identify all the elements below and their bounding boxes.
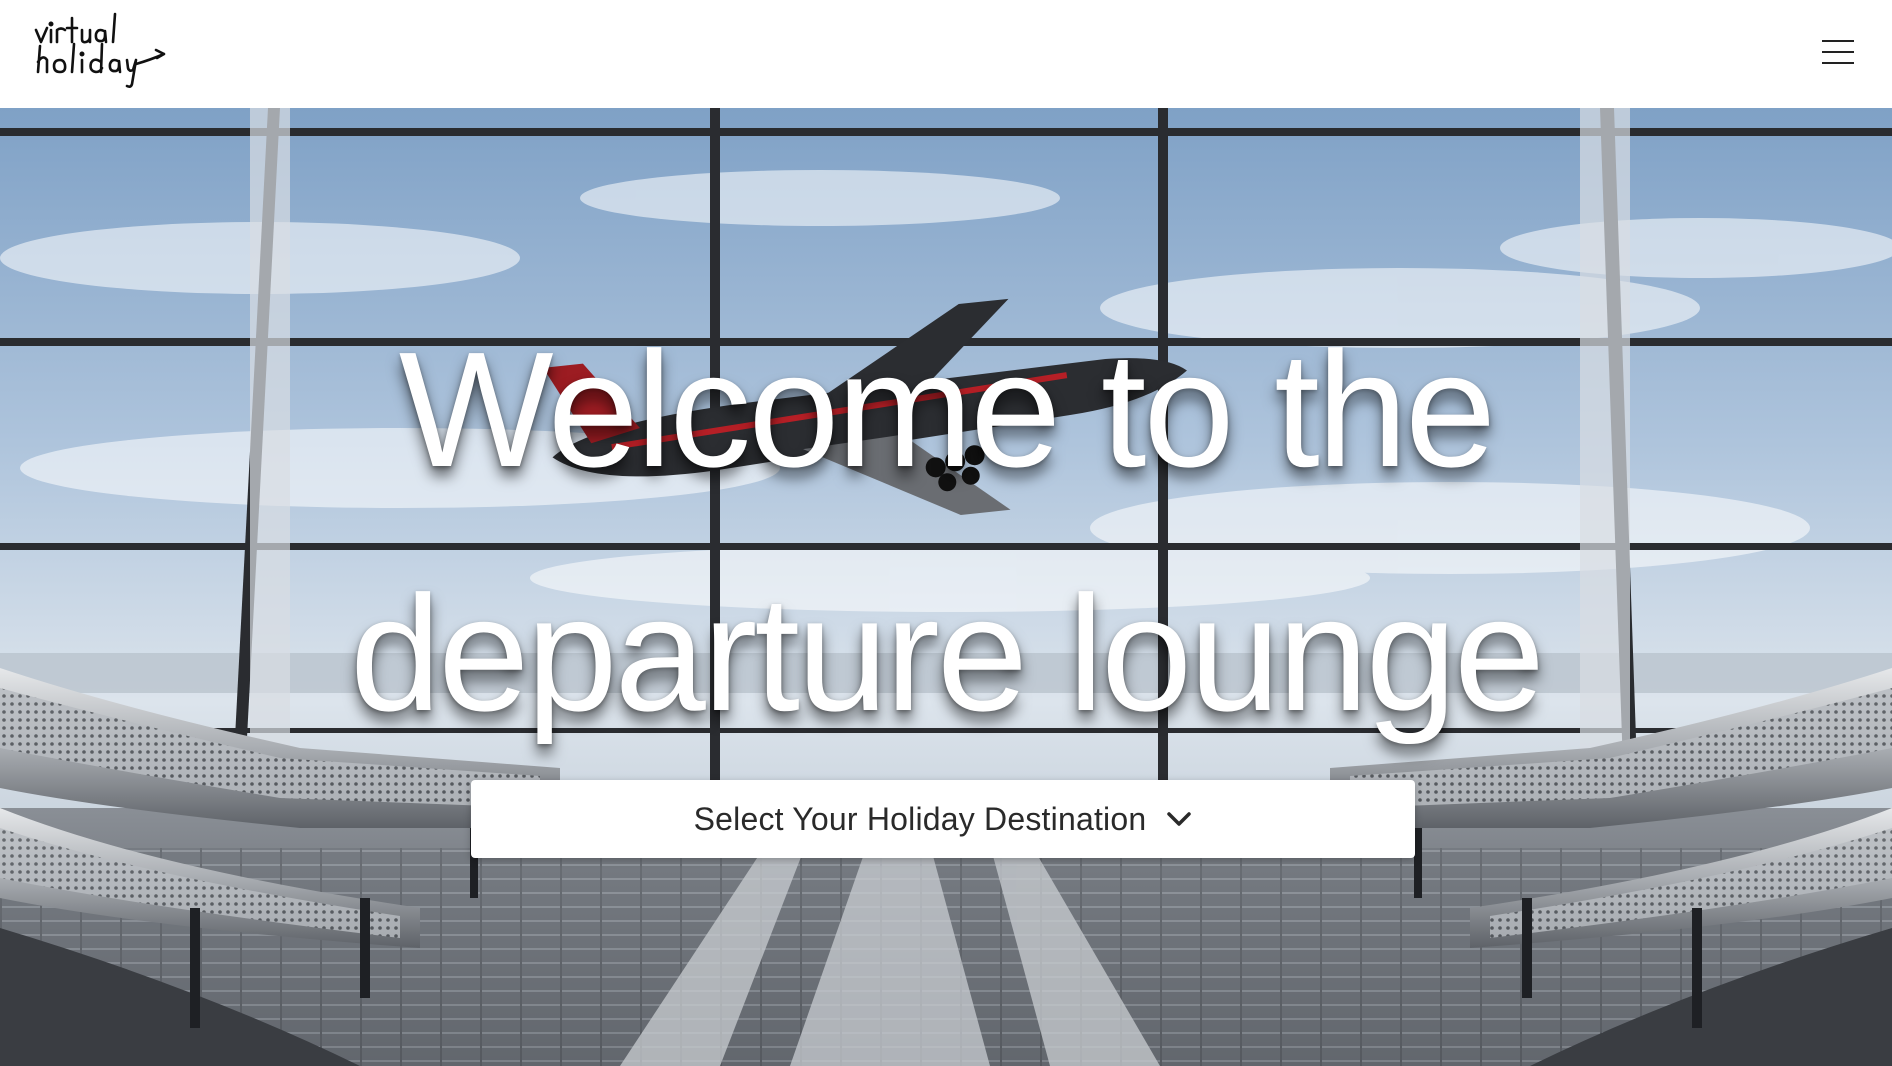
virtual-holiday-logo[interactable]: [30, 8, 170, 94]
hero-headline: Welcome to the departure lounge: [349, 318, 1545, 745]
site-header: [0, 0, 1892, 108]
destination-select-label: Select Your Holiday Destination: [693, 800, 1147, 837]
chevron-down-icon: [1166, 810, 1192, 828]
hamburger-menu-icon[interactable]: [1810, 34, 1866, 70]
menu-line: [1822, 51, 1854, 53]
menu-line: [1822, 62, 1854, 64]
holiday-destination-select[interactable]: Select Your Holiday Destination: [471, 780, 1415, 858]
menu-line: [1822, 40, 1854, 42]
page: Welcome to the departure lounge Select Y…: [0, 0, 1892, 1066]
hero-section: Welcome to the departure lounge Select Y…: [0, 108, 1892, 1066]
